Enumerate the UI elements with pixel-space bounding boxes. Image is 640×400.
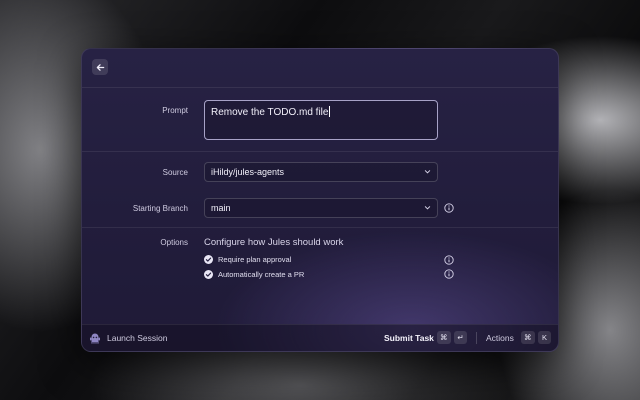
- branch-select[interactable]: main: [204, 198, 438, 218]
- actions-button[interactable]: Actions: [486, 333, 514, 343]
- check-icon: [205, 272, 212, 277]
- panel-footer: Launch Session Submit Task ⌘ ↵ Actions ⌘…: [82, 324, 558, 351]
- k-key-badge: K: [538, 331, 551, 344]
- options-description: Configure how Jules should work: [204, 237, 344, 248]
- checkbox[interactable]: [204, 270, 213, 279]
- prompt-text: Remove the TODO.md file: [211, 107, 329, 118]
- branch-value: main: [211, 203, 231, 213]
- option-label: Automatically create a PR: [218, 270, 305, 279]
- launch-session-label[interactable]: Launch Session: [107, 333, 168, 343]
- option-auto-create-pr[interactable]: Automatically create a PR: [204, 270, 304, 279]
- check-icon: [205, 257, 212, 262]
- branch-label: Starting Branch: [132, 204, 188, 213]
- arrow-left-icon: [96, 63, 104, 71]
- back-button[interactable]: [92, 59, 108, 75]
- new-task-panel: Prompt Remove the TODO.md file Source iH…: [81, 48, 559, 352]
- robot-icon: [89, 331, 101, 349]
- info-icon[interactable]: [444, 203, 454, 213]
- source-label: Source: [162, 168, 188, 177]
- source-select[interactable]: iHildy/jules-agents: [204, 162, 438, 182]
- info-icon[interactable]: [444, 255, 454, 265]
- option-label: Require plan approval: [218, 255, 292, 264]
- submit-task-button[interactable]: Submit Task: [384, 333, 434, 343]
- footer-separator: [476, 332, 477, 344]
- enter-key-badge: ↵: [454, 331, 467, 344]
- chevron-down-icon: [424, 163, 431, 187]
- section-divider: [82, 151, 558, 152]
- checkbox[interactable]: [204, 255, 213, 264]
- option-require-plan-approval[interactable]: Require plan approval: [204, 255, 291, 264]
- source-value: iHildy/jules-agents: [211, 167, 285, 177]
- section-divider: [82, 227, 558, 228]
- prompt-label: Prompt: [162, 106, 188, 115]
- text-caret: [329, 106, 331, 117]
- cmd-key-badge: ⌘: [521, 331, 535, 344]
- panel-header: [82, 49, 558, 88]
- prompt-input[interactable]: Remove the TODO.md file: [204, 100, 438, 140]
- info-icon[interactable]: [444, 269, 454, 279]
- options-label: Options: [160, 238, 188, 247]
- cmd-key-badge: ⌘: [437, 331, 451, 344]
- chevron-down-icon: [424, 199, 431, 223]
